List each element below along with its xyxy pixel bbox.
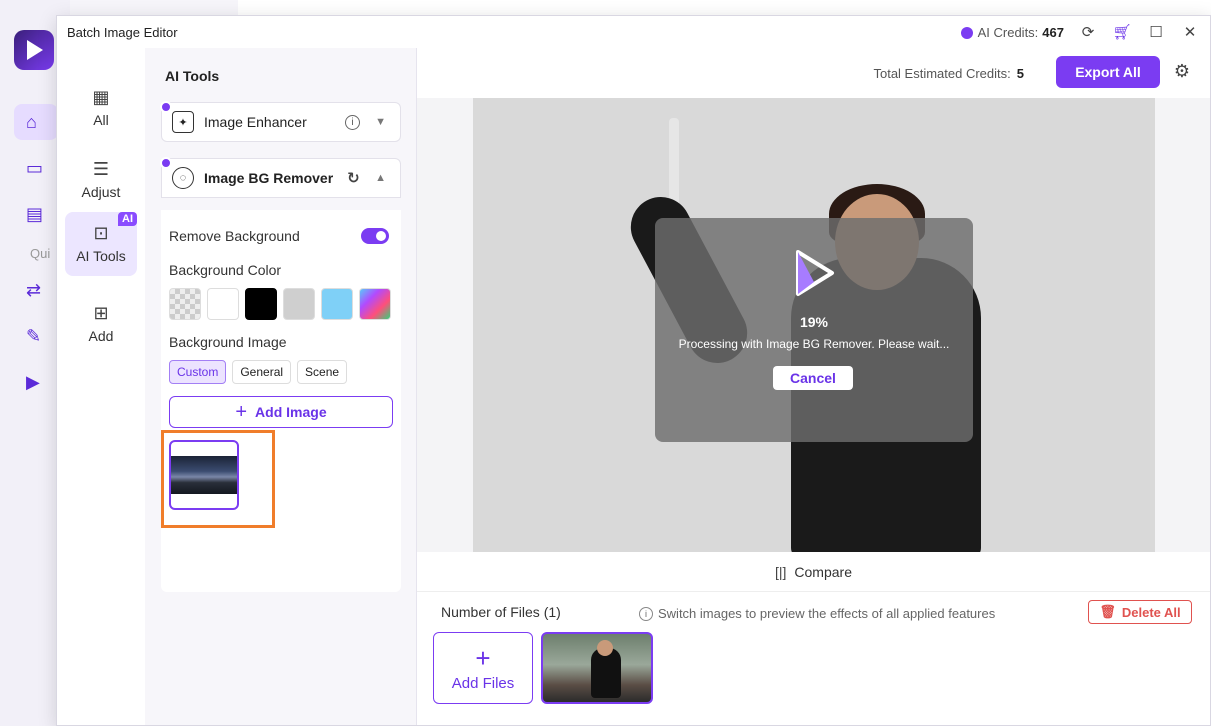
export-all-button[interactable]: Export All — [1056, 56, 1160, 88]
toolbox-icon[interactable]: ▭ — [14, 150, 58, 186]
compare-label: Compare — [794, 563, 852, 580]
home-icon[interactable]: ⌂ — [14, 104, 58, 140]
selfie-stick-shape — [669, 118, 679, 208]
window-title: Batch Image Editor — [67, 24, 178, 40]
ai-credits-value: 467 — [1042, 24, 1064, 40]
close-icon[interactable]: ✕ — [1180, 22, 1200, 42]
convert-icon[interactable]: ⇄ — [14, 272, 58, 308]
edit-icon[interactable]: ✎ — [14, 318, 58, 354]
chip-scene[interactable]: Scene — [297, 360, 348, 384]
info-icon[interactable]: i — [345, 114, 360, 130]
files-hint: i Switch images to preview the effects o… — [639, 606, 995, 621]
rail-item-label: Add — [88, 328, 114, 344]
rail-item-all[interactable]: ▦ All — [65, 76, 137, 140]
titlebar-controls: AI Credits: 467 ⟳ 🛒︎ ☐ ✕ — [960, 16, 1200, 48]
custom-background-thumbnail[interactable] — [169, 440, 239, 510]
rail-item-ai-tools[interactable]: AI ⊡ AI Tools — [65, 212, 137, 276]
swatch-transparent[interactable] — [169, 288, 201, 320]
progress-percent: 19% — [799, 314, 829, 330]
background-topbar — [238, 0, 1211, 16]
files-hint-text: Switch images to preview the effects of … — [658, 606, 996, 621]
swatch-gray[interactable] — [283, 288, 315, 320]
reset-icon[interactable]: ↻ — [347, 169, 360, 187]
estimated-credits: Total Estimated Credits: 5 — [873, 66, 1024, 81]
processing-message: Processing with Image BG Remover. Please… — [678, 337, 950, 351]
ai-tools-panel: AI Tools ✦ Image Enhancer i ▼ ◌ Image BG… — [145, 48, 417, 725]
rail-item-label: AI Tools — [76, 248, 126, 264]
trash-icon: 🗑︎ — [1099, 604, 1116, 619]
swatch-light-blue[interactable] — [321, 288, 353, 320]
premium-gem-icon — [160, 101, 172, 113]
settings-gear-icon[interactable]: ⚙ — [1172, 61, 1192, 81]
plus-square-icon: ⊞ — [93, 303, 109, 323]
panel-heading: AI Tools — [165, 68, 220, 84]
chevron-down-icon[interactable]: ▼ — [375, 116, 386, 128]
remove-background-label: Remove Background — [169, 228, 300, 244]
add-files-label: Add Files — [451, 674, 515, 692]
plus-icon: + — [475, 642, 491, 673]
grid-icon: ▦ — [92, 87, 110, 107]
chip-custom[interactable]: Custom — [169, 360, 227, 384]
bg-remover-icon: ◌ — [172, 167, 194, 189]
bg-remover-options: Remove Background Background Color Backg… — [161, 210, 401, 592]
video-icon[interactable]: ▶ — [14, 364, 58, 400]
estimated-credits-label: Total Estimated Credits: — [873, 66, 1011, 81]
document-icon[interactable]: ▤ — [14, 196, 58, 232]
preview-area: 19% Processing with Image BG Remover. Pl… — [417, 98, 1210, 552]
swatch-custom-color[interactable] — [359, 288, 391, 320]
refresh-credits-icon[interactable]: ⟳ — [1078, 22, 1098, 42]
background-color-swatches — [169, 288, 391, 320]
rail-item-label: All — [93, 112, 109, 128]
delete-all-button[interactable]: 🗑︎ Delete All — [1088, 600, 1192, 624]
image-bg-remover-card[interactable]: ◌ Image BG Remover ↻ ▲ — [160, 157, 401, 198]
credits-gem-icon — [960, 26, 973, 39]
app-play-logo-icon — [796, 250, 834, 296]
chip-general[interactable]: General — [232, 360, 292, 384]
tool-category-rail: ▦ All ☰ Adjust AI ⊡ AI Tools ⊞ Add — [57, 48, 145, 725]
cancel-button[interactable]: Cancel — [773, 366, 853, 390]
image-bg-remover-label: Image BG Remover — [204, 170, 334, 186]
rail-item-add[interactable]: ⊞ Add — [65, 292, 137, 356]
compare-icon: [|] — [774, 563, 787, 580]
add-image-label: Add Image — [255, 404, 327, 420]
chevron-up-icon[interactable]: ▲ — [375, 172, 386, 184]
rail-item-label: Adjust — [81, 184, 121, 200]
preview-image: 19% Processing with Image BG Remover. Pl… — [473, 98, 1155, 552]
remove-background-toggle[interactable] — [361, 228, 389, 244]
add-files-button[interactable]: + Add Files — [433, 632, 533, 704]
delete-all-label: Delete All — [1121, 604, 1181, 620]
night-sky-image — [171, 456, 237, 494]
ai-badge: AI — [118, 212, 137, 226]
main-toolbar: Total Estimated Credits: 5 Export All ⚙ — [417, 48, 1210, 98]
ai-icon: ⊡ — [93, 223, 109, 243]
background-color-label: Background Color — [169, 262, 282, 278]
image-enhancer-label: Image Enhancer — [204, 114, 307, 130]
image-enhance-icon: ✦ — [172, 111, 194, 133]
processing-overlay: 19% Processing with Image BG Remover. Pl… — [655, 218, 973, 442]
compare-button[interactable]: [|] Compare — [417, 552, 1210, 592]
plus-icon: + — [235, 401, 248, 423]
add-image-button[interactable]: + Add Image — [169, 396, 393, 428]
files-count: Number of Files (1) — [441, 604, 561, 620]
batch-image-editor-dialog: Batch Image Editor AI Credits: 467 ⟳ 🛒︎ ☐… — [56, 15, 1211, 726]
estimated-credits-value: 5 — [1016, 66, 1024, 81]
files-area: Number of Files (1) i Switch images to p… — [417, 592, 1210, 725]
file-thumbnail[interactable] — [541, 632, 653, 704]
premium-gem-icon — [160, 157, 172, 169]
cart-icon[interactable]: 🛒︎ — [1112, 22, 1132, 42]
thumbnail-head-shape — [597, 640, 613, 656]
info-icon: i — [639, 606, 653, 621]
swatch-white[interactable] — [207, 288, 239, 320]
rail-item-adjust[interactable]: ☰ Adjust — [65, 148, 137, 212]
background-image-categories: Custom General Scene — [169, 360, 348, 384]
app-logo — [14, 30, 54, 70]
sliders-icon: ☰ — [92, 159, 110, 179]
background-image-label: Background Image — [169, 334, 287, 350]
swatch-black[interactable] — [245, 288, 277, 320]
ai-credits-label: AI Credits: — [977, 24, 1039, 40]
quick-label: Qui — [30, 246, 51, 261]
ai-credits: AI Credits: 467 — [960, 24, 1064, 40]
maximize-icon[interactable]: ☐ — [1146, 22, 1166, 42]
image-enhancer-card[interactable]: ✦ Image Enhancer i ▼ — [160, 101, 401, 142]
